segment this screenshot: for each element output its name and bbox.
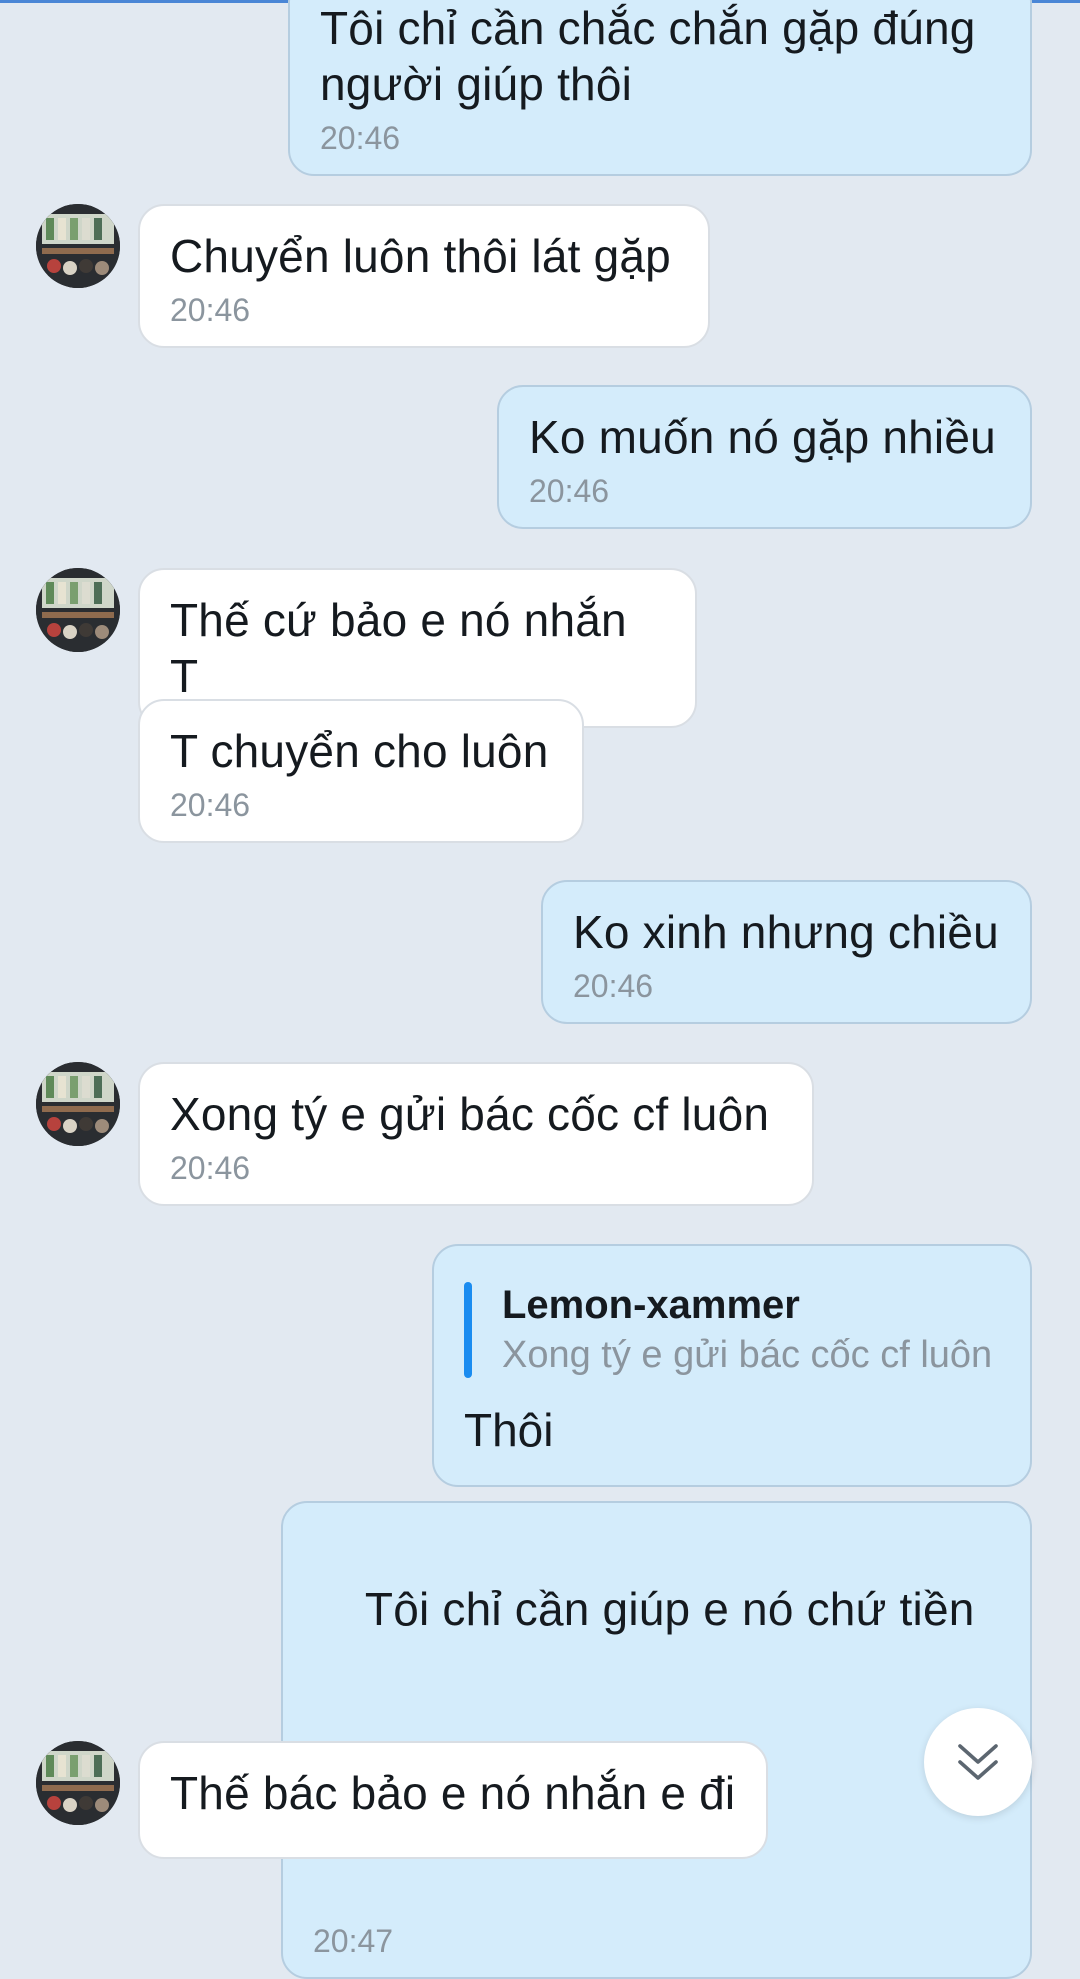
message-text: Tôi chỉ cần chắc chắn gặp đúng người giú… <box>320 2 989 110</box>
message-text: T chuyển cho luôn <box>170 725 549 777</box>
avatar-image <box>36 568 120 652</box>
message-time: 20:46 <box>170 292 251 328</box>
contact-avatar[interactable] <box>36 568 120 652</box>
message-bubble-incoming[interactable]: T chuyển cho luôn 20:46 <box>138 699 584 843</box>
message-bubble-incoming[interactable]: Thế bác bảo e nó nhắn e đi <box>138 1741 768 1859</box>
message-bubble-incoming[interactable]: Xong tý e gửi bác cốc cf luôn 20:46 <box>138 1062 814 1206</box>
double-chevron-down-icon <box>958 1744 998 1780</box>
avatar-image <box>36 1741 120 1825</box>
message-text: Thế cứ bảo e nó nhắn T <box>170 594 639 702</box>
message-text: Ko xinh nhưng chiều <box>573 906 999 958</box>
quoted-message[interactable]: Lemon-xammer Xong tý e gửi bác cốc cf lu… <box>464 1280 1000 1380</box>
contact-avatar[interactable] <box>36 204 120 288</box>
quoted-sender-name: Lemon-xammer <box>502 1283 800 1327</box>
message-time: 20:47 <box>313 1923 394 1959</box>
message-time: 20:46 <box>170 1150 251 1186</box>
message-bubble-outgoing-reply[interactable]: Lemon-xammer Xong tý e gửi bác cốc cf lu… <box>432 1244 1032 1487</box>
message-time: 20:46 <box>529 473 610 509</box>
message-text: Chuyển luôn thôi lát gặp <box>170 230 671 282</box>
quote-bar <box>464 1282 472 1378</box>
message-text: Ko muốn nó gặp nhiều <box>529 411 996 463</box>
message-bubble-outgoing[interactable]: Ko xinh nhưng chiều 20:46 <box>541 880 1032 1024</box>
avatar-image <box>36 1062 120 1146</box>
message-time: 20:46 <box>573 968 654 1004</box>
message-bubble-outgoing[interactable]: Tôi chỉ cần giúp e nó chứ tiền tôi ko th… <box>281 1501 1032 1979</box>
message-time: 20:46 <box>320 120 401 156</box>
contact-avatar[interactable] <box>36 1741 120 1825</box>
message-time: 20:46 <box>170 787 251 823</box>
message-text: Thế bác bảo e nó nhắn e đi <box>170 1767 736 1819</box>
quoted-text: Xong tý e gửi bác cốc cf luôn <box>502 1334 993 1376</box>
message-bubble-outgoing[interactable]: Tôi chỉ cần chắc chắn gặp đúng người giú… <box>288 0 1032 176</box>
relieved-face-emoji-icon <box>544 1637 596 1800</box>
message-bubble-incoming[interactable]: Chuyển luôn thôi lát gặp 20:46 <box>138 204 710 348</box>
scroll-to-bottom-button[interactable] <box>924 1708 1032 1816</box>
message-text: Xong tý e gửi bác cốc cf luôn <box>170 1088 770 1140</box>
message-bubble-outgoing[interactable]: Ko muốn nó gặp nhiều 20:46 <box>497 385 1032 529</box>
message-text: Thôi <box>464 1404 554 1456</box>
avatar-image <box>36 204 120 288</box>
contact-avatar[interactable] <box>36 1062 120 1146</box>
